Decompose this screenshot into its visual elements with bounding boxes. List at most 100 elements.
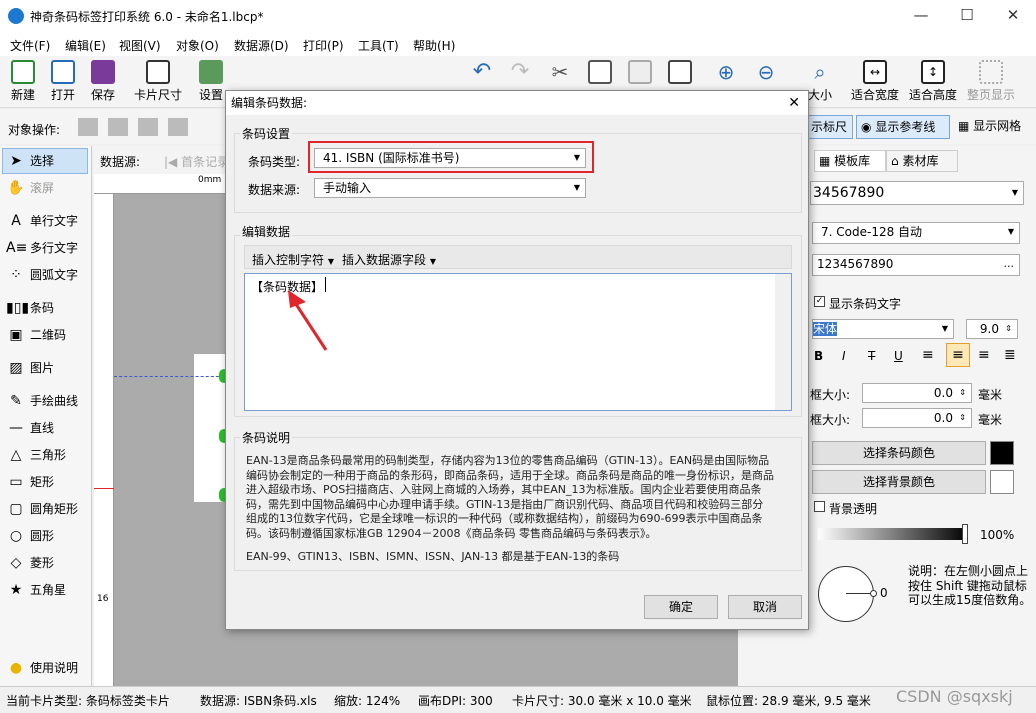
menu-datasource[interactable]: 数据源(D): [234, 37, 289, 54]
paste-icon: [628, 60, 652, 84]
menu-view[interactable]: 视图(V): [119, 37, 161, 54]
tool-circle[interactable]: ○ 圆形: [6, 524, 54, 548]
tool-star[interactable]: ★ 五角星: [6, 578, 66, 602]
align-left-icon[interactable]: ≡: [922, 347, 934, 363]
tab-materials[interactable]: ⌂ 素材库: [886, 150, 958, 172]
menu-tools[interactable]: 工具(T): [358, 37, 399, 54]
dialog-close-button[interactable]: ✕: [788, 91, 800, 115]
ruler-position-marker: [94, 488, 114, 489]
tool-freehand[interactable]: ✎ 手绘曲线: [6, 389, 78, 413]
undo-icon: ↶: [472, 59, 492, 84]
font-select[interactable]: 宋体 ▼: [812, 319, 954, 339]
rotation-dial[interactable]: [818, 566, 874, 622]
insert-field-button[interactable]: 插入数据源字段 ▼: [342, 251, 436, 268]
settings-button[interactable]: 设置: [196, 58, 226, 106]
zoom-out-icon: ⊖: [757, 60, 775, 84]
frame-size-input-b[interactable]: 0.0 ⇕: [862, 408, 972, 428]
align-right-icon[interactable]: ≡: [978, 347, 990, 363]
ruler-origin-label: 0mm: [198, 175, 222, 185]
opacity-slider-thumb[interactable]: [962, 524, 968, 544]
open-file-icon: [51, 60, 75, 84]
image-icon: ▨: [9, 360, 23, 376]
barcode-type-select[interactable]: 7. Code-128 自动 ▼: [812, 222, 1020, 244]
menu-file[interactable]: 文件(F): [10, 37, 50, 54]
full-page-button[interactable]: 整页显示: [964, 58, 1018, 106]
barcode-color-swatch[interactable]: [990, 441, 1014, 465]
insert-control-char-button[interactable]: 插入控制字符 ▼: [252, 251, 334, 268]
title-bar: 神奇条码标签打印系统 6.0 - 未命名1.lbcp* — ☐ ✕: [0, 0, 1036, 32]
tool-line[interactable]: — 直线: [6, 416, 54, 440]
show-grid-button[interactable]: ▦ 显示网格: [956, 115, 1034, 139]
tool-rectangle[interactable]: ▭ 矩形: [6, 470, 54, 494]
magnifier-icon: ⌕: [814, 60, 826, 84]
menu-edit[interactable]: 编辑(E): [65, 37, 106, 54]
tool-select[interactable]: ➤ 选择: [6, 149, 54, 173]
tool-multi-text[interactable]: A≡ 多行文字: [6, 236, 78, 260]
tool-triangle[interactable]: △ 三角形: [6, 443, 66, 467]
frame-size-input-a[interactable]: 0.0 ⇕: [862, 383, 972, 403]
status-card-type[interactable]: 当前卡片类型: 条码标签类卡片: [6, 692, 170, 709]
status-card-size: 卡片尺寸: 30.0 毫米 x 10.0 毫米: [512, 694, 692, 708]
tool-qrcode[interactable]: ▣ 二维码: [6, 323, 66, 347]
barcode-type-dropdown[interactable]: 41. ISBN (国际标准书号) ▼: [314, 148, 586, 168]
minimize-button[interactable]: —: [898, 0, 944, 32]
tool-arc-text[interactable]: ⁘ 圆弧文字: [6, 263, 78, 287]
data-value-select[interactable]: 34567890 ▼: [810, 181, 1024, 205]
show-text-checkbox[interactable]: ✓: [814, 296, 825, 307]
first-record-button[interactable]: |◀ 首条记录: [164, 153, 229, 170]
status-datasource: 数据源: ISBN条码.xls: [200, 694, 317, 708]
new-button[interactable]: 新建: [2, 58, 44, 106]
maximize-button[interactable]: ☐: [944, 0, 990, 32]
tool-single-text[interactable]: A 单行文字: [6, 209, 78, 233]
barcode-data-field[interactable]: 1234567890...: [812, 254, 1020, 276]
opacity-slider[interactable]: [818, 528, 968, 540]
spinner-icon[interactable]: ⇕: [959, 409, 966, 427]
ok-button[interactable]: 确定: [644, 595, 718, 619]
tool-diamond[interactable]: ◇ 菱形: [6, 551, 54, 575]
save-button[interactable]: 保存: [82, 58, 124, 106]
tool-image[interactable]: ▨ 图片: [6, 356, 54, 380]
fit-height-button[interactable]: ↕ 适合高度: [906, 58, 960, 106]
card-size-button[interactable]: 卡片尺寸: [130, 58, 186, 106]
barcode-color-button[interactable]: 选择条码颜色: [812, 441, 986, 465]
bg-transparent-checkbox[interactable]: [814, 501, 825, 512]
font-size-input[interactable]: 9.0 ⇕: [966, 319, 1018, 339]
underline-button[interactable]: U: [894, 349, 903, 363]
menu-print[interactable]: 打印(P): [303, 37, 344, 54]
bold-button[interactable]: B: [814, 349, 823, 363]
show-text-label: 显示条码文字: [829, 297, 902, 311]
menu-help[interactable]: 帮助(H): [413, 37, 455, 54]
tab-templates[interactable]: ▦ 模板库: [814, 150, 886, 172]
spinner-icon[interactable]: ⇕: [1005, 320, 1012, 338]
strike-button[interactable]: T: [868, 349, 875, 363]
data-source-dropdown[interactable]: 手动输入 ▼: [314, 178, 586, 198]
fit-width-button[interactable]: ↔ 适合宽度: [848, 58, 902, 106]
watermark: CSDN @sqxskj: [896, 687, 1013, 706]
justify-icon[interactable]: ≣: [1004, 347, 1016, 363]
show-guides-button[interactable]: ◉ 显示参考线: [856, 115, 950, 139]
tool-help[interactable]: ● 使用说明: [6, 656, 78, 680]
italic-button[interactable]: I: [842, 349, 846, 363]
close-button[interactable]: ✕: [990, 0, 1036, 32]
more-button[interactable]: ...: [1004, 255, 1015, 273]
show-ruler-button[interactable]: 示标尺: [808, 115, 853, 139]
spinner-icon[interactable]: ⇕: [959, 384, 966, 402]
circle-icon: ○: [9, 528, 23, 544]
description-text-2: EAN-99、GTIN13、ISBN、ISMN、ISSN、JAN-13 都是基于…: [246, 550, 774, 565]
menu-object[interactable]: 对象(O): [176, 37, 219, 54]
rotation-dial-handle[interactable]: [870, 590, 877, 597]
textarea-scrollbar[interactable]: [775, 274, 791, 410]
align-center-button[interactable]: ≡: [946, 343, 970, 367]
menu-bar: 文件(F) 编辑(E) 视图(V) 对象(O) 数据源(D) 打印(P) 工具(…: [0, 32, 1036, 56]
tool-rounded-rect[interactable]: ▢ 圆角矩形: [6, 497, 78, 521]
bg-color-button[interactable]: 选择背景颜色: [812, 470, 986, 494]
align-center-icon: ≡: [952, 347, 964, 363]
bg-color-swatch[interactable]: [990, 470, 1014, 494]
edit-barcode-dialog: 编辑条码数据: ✕ 条码设置 条码类型: 41. ISBN (国际标准书号) ▼ …: [225, 90, 809, 630]
tool-scroll[interactable]: ✋ 滚屏: [6, 176, 54, 200]
cancel-button[interactable]: 取消: [728, 595, 802, 619]
description-scrollbar[interactable]: [777, 447, 793, 567]
fit-height-icon: ↕: [921, 60, 945, 84]
open-button[interactable]: 打开: [42, 58, 84, 106]
tool-barcode[interactable]: ▮▯▮条码: [6, 296, 54, 320]
